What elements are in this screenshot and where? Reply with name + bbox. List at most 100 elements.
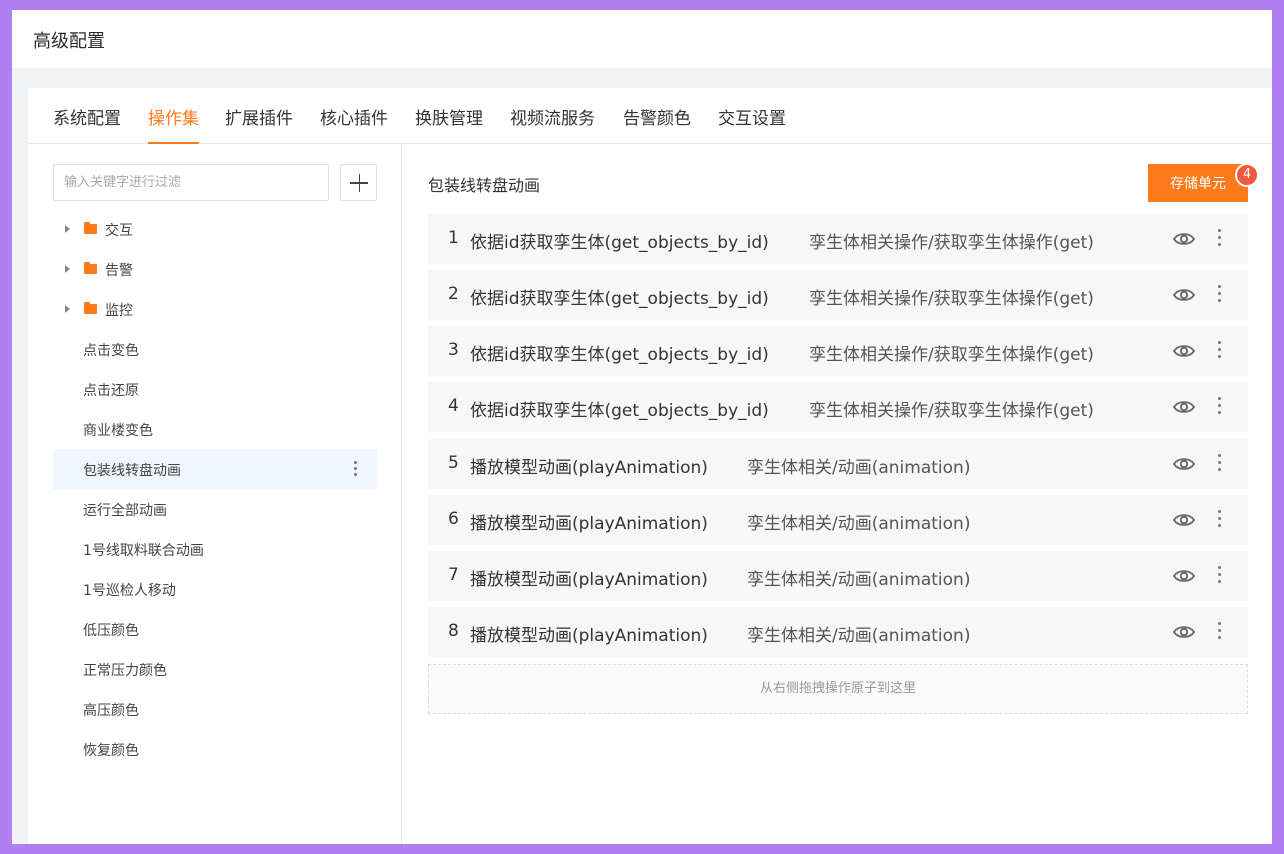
tab-bar: 系统配置 操作集 扩展插件 核心插件 换肤管理 视频流服务 告警颜色 交互设置 <box>28 88 1272 144</box>
tree-item[interactable]: 1号巡检人移动 <box>53 569 377 609</box>
eye-icon[interactable] <box>1173 230 1195 248</box>
operation-name: 依据id获取孪生体(get_objects_by_id) <box>470 401 769 421</box>
operation-set-title: 包装线转盘动画 <box>428 176 541 195</box>
config-panel: 系统配置 操作集 扩展插件 核心插件 换肤管理 视频流服务 告警颜色 交互设置 … <box>28 88 1272 844</box>
more-vertical-icon[interactable] <box>1216 454 1222 474</box>
eye-icon[interactable] <box>1173 567 1195 585</box>
more-vertical-icon[interactable] <box>1216 566 1222 586</box>
operation-path: 孪生体相关/动画(animation) <box>747 458 971 478</box>
tree-folder-interaction[interactable]: 交互 <box>53 209 377 249</box>
tab-core-plugins[interactable]: 核心插件 <box>320 104 388 144</box>
more-vertical-icon[interactable] <box>353 461 357 477</box>
operation-path: 孪生体相关/动画(animation) <box>747 514 971 534</box>
operation-number: 4 <box>448 396 459 416</box>
title-bar: 高级配置 <box>12 10 1272 68</box>
operation-number: 7 <box>448 565 459 585</box>
operation-row[interactable]: 6 播放模型动画(playAnimation) 孪生体相关/动画(animation… <box>428 495 1248 545</box>
tab-system-config[interactable]: 系统配置 <box>53 104 121 144</box>
eye-icon[interactable] <box>1173 398 1195 416</box>
caret-right-icon[interactable] <box>65 265 70 273</box>
drop-zone[interactable]: 从右侧拖拽操作原子到这里 <box>428 664 1248 714</box>
operation-number: 1 <box>448 228 459 248</box>
operation-path: 孪生体相关/动画(animation) <box>747 570 971 590</box>
tree-item-label: 正常压力颜色 <box>83 663 167 679</box>
operation-name: 播放模型动画(playAnimation) <box>470 570 708 590</box>
operation-row[interactable]: 2 依据id获取孪生体(get_objects_by_id) 孪生体相关操作/获取孪… <box>428 270 1248 320</box>
tree-folder-label: 告警 <box>105 263 133 279</box>
operation-path: 孪生体相关操作/获取孪生体操作(get) <box>809 289 1094 309</box>
operation-row[interactable]: 7 播放模型动画(playAnimation) 孪生体相关/动画(animation… <box>428 551 1248 601</box>
tree-item[interactable]: 点击变色 <box>53 329 377 369</box>
tree-item[interactable]: 商业楼变色 <box>53 409 377 449</box>
tree-item-label: 点击变色 <box>83 343 139 359</box>
operation-row[interactable]: 3 依据id获取孪生体(get_objects_by_id) 孪生体相关操作/获取孪… <box>428 326 1248 376</box>
tab-extension-plugins[interactable]: 扩展插件 <box>225 104 293 144</box>
sidebar: 交互 告警 监控 点击变色 点击还原 商业楼变色 包装线转盘动 <box>28 144 402 844</box>
operation-number: 3 <box>448 340 459 360</box>
operation-path: 孪生体相关操作/获取孪生体操作(get) <box>809 401 1094 421</box>
count-badge: 4 <box>1235 163 1259 187</box>
operation-row[interactable]: 5 播放模型动画(playAnimation) 孪生体相关/动画(animation… <box>428 439 1248 489</box>
add-button[interactable] <box>340 164 377 201</box>
eye-icon[interactable] <box>1173 511 1195 529</box>
page-title: 高级配置 <box>33 31 105 52</box>
operation-name: 依据id获取孪生体(get_objects_by_id) <box>470 289 769 309</box>
tree-item[interactable]: 高压颜色 <box>53 689 377 729</box>
tree-item-label: 恢复颜色 <box>83 743 139 759</box>
tree-item-selected[interactable]: 包装线转盘动画 <box>53 449 377 489</box>
app-window: 高级配置 系统配置 操作集 扩展插件 核心插件 换肤管理 视频流服务 告警颜色 … <box>12 10 1272 844</box>
folder-icon <box>84 262 97 274</box>
tab-operation-set[interactable]: 操作集 <box>148 104 199 144</box>
operation-row[interactable]: 4 依据id获取孪生体(get_objects_by_id) 孪生体相关操作/获取孪… <box>428 382 1248 432</box>
operation-set-content: 包装线转盘动画 存储单元 4 1 依据id获取孪生体(get_objects_by… <box>402 144 1272 844</box>
tab-alarm-colors[interactable]: 告警颜色 <box>623 104 691 144</box>
operation-number: 5 <box>448 453 459 473</box>
more-vertical-icon[interactable] <box>1216 229 1222 249</box>
tree-item-label: 1号巡检人移动 <box>83 583 176 599</box>
folder-icon <box>84 222 97 234</box>
folder-icon <box>84 302 97 314</box>
tree-item-label: 高压颜色 <box>83 703 139 719</box>
tree-item-label: 包装线转盘动画 <box>83 463 181 479</box>
tab-interaction-settings[interactable]: 交互设置 <box>718 104 786 144</box>
operation-path: 孪生体相关操作/获取孪生体操作(get) <box>809 345 1094 365</box>
operation-name: 播放模型动画(playAnimation) <box>470 458 708 478</box>
tree-item[interactable]: 点击还原 <box>53 369 377 409</box>
eye-icon[interactable] <box>1173 286 1195 304</box>
operation-row[interactable]: 8 播放模型动画(playAnimation) 孪生体相关/动画(animation… <box>428 607 1248 657</box>
tab-video-stream-service[interactable]: 视频流服务 <box>510 104 595 144</box>
operation-name: 播放模型动画(playAnimation) <box>470 514 708 534</box>
operation-number: 8 <box>448 621 459 641</box>
tree-item[interactable]: 正常压力颜色 <box>53 649 377 689</box>
more-vertical-icon[interactable] <box>1216 341 1222 361</box>
operation-row[interactable]: 1 依据id获取孪生体(get_objects_by_id) 孪生体相关操作/获取孪… <box>428 214 1248 264</box>
tree-item[interactable]: 运行全部动画 <box>53 489 377 529</box>
storage-unit-button[interactable]: 存储单元 <box>1148 164 1248 202</box>
tree-folder-alarm[interactable]: 告警 <box>53 249 377 289</box>
tree-item[interactable]: 低压颜色 <box>53 609 377 649</box>
tab-skin-management[interactable]: 换肤管理 <box>415 104 483 144</box>
eye-icon[interactable] <box>1173 342 1195 360</box>
more-vertical-icon[interactable] <box>1216 510 1222 530</box>
more-vertical-icon[interactable] <box>1216 285 1222 305</box>
tree-item[interactable]: 1号线取料联合动画 <box>53 529 377 569</box>
search-input[interactable] <box>53 164 329 201</box>
more-vertical-icon[interactable] <box>1216 622 1222 642</box>
eye-icon[interactable] <box>1173 623 1195 641</box>
tree-folder-label: 交互 <box>105 223 133 239</box>
tree-item-label: 1号线取料联合动画 <box>83 543 204 559</box>
caret-right-icon[interactable] <box>65 305 70 313</box>
tree-folder-monitor[interactable]: 监控 <box>53 289 377 329</box>
operation-path: 孪生体相关操作/获取孪生体操作(get) <box>809 233 1094 253</box>
tree-item[interactable]: 恢复颜色 <box>53 729 377 769</box>
operation-number: 6 <box>448 509 459 529</box>
more-vertical-icon[interactable] <box>1216 397 1222 417</box>
tree-item-label: 点击还原 <box>83 383 139 399</box>
operation-name: 依据id获取孪生体(get_objects_by_id) <box>470 345 769 365</box>
operation-name: 依据id获取孪生体(get_objects_by_id) <box>470 233 769 253</box>
caret-right-icon[interactable] <box>65 225 70 233</box>
eye-icon[interactable] <box>1173 455 1195 473</box>
tree-item-label: 低压颜色 <box>83 623 139 639</box>
operation-name: 播放模型动画(playAnimation) <box>470 626 708 646</box>
tree-item-label: 商业楼变色 <box>83 423 153 439</box>
